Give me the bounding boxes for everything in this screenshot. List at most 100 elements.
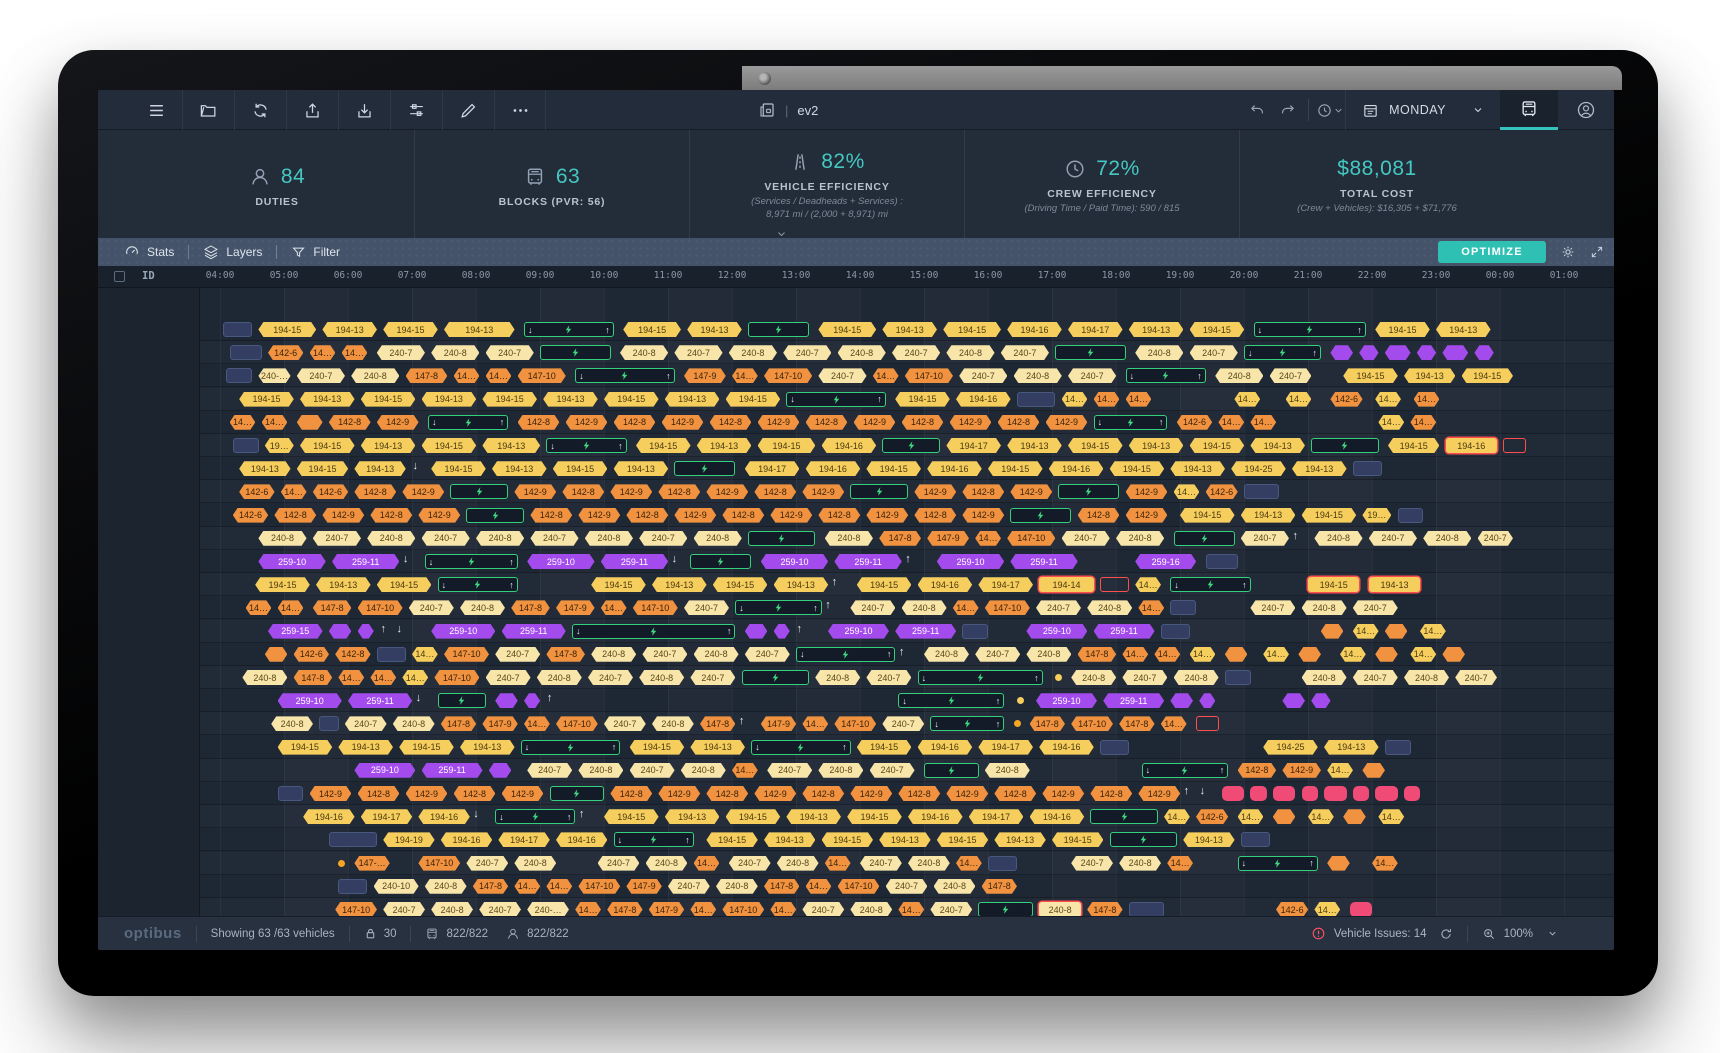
- trip-bar[interactable]: 194-13: [361, 438, 416, 453]
- trip-bar[interactable]: 142-8: [898, 786, 940, 801]
- select-all-checkbox[interactable]: [114, 271, 125, 282]
- trip-bar[interactable]: [1017, 392, 1056, 407]
- trip-bar[interactable]: 194-15: [822, 832, 873, 847]
- trip-bar[interactable]: 14…: [770, 902, 796, 916]
- trip-bar[interactable]: 240-8: [815, 670, 860, 685]
- trip-bar[interactable]: 14…: [1135, 577, 1161, 592]
- trip-bar[interactable]: 14…: [230, 415, 256, 430]
- trip-bar[interactable]: 14…: [898, 902, 924, 916]
- trip-bar[interactable]: [1298, 647, 1321, 662]
- trip-bar[interactable]: 142-9: [1042, 786, 1084, 801]
- charging-block[interactable]: ↓↑: [614, 832, 694, 847]
- charging-block[interactable]: [742, 670, 809, 685]
- trip-bar[interactable]: 240-8: [850, 902, 892, 916]
- trip-bar[interactable]: 240-8: [1302, 670, 1347, 685]
- trip-bar[interactable]: 142-6: [1196, 809, 1228, 824]
- charging-block[interactable]: [674, 461, 735, 476]
- trip-bar[interactable]: [1241, 832, 1270, 847]
- trip-bar[interactable]: 240-8: [946, 345, 994, 360]
- trip-bar[interactable]: [1273, 786, 1296, 801]
- trip-bar[interactable]: 14…: [806, 879, 832, 894]
- trip-bar[interactable]: 142-8: [706, 786, 748, 801]
- trip-bar[interactable]: [1327, 856, 1350, 871]
- trip-bar[interactable]: 240-7: [930, 902, 972, 916]
- layers-toggle[interactable]: Layers: [203, 244, 262, 260]
- trip-bar[interactable]: 142-8: [914, 508, 956, 523]
- trip-bar[interactable]: 142-9: [418, 508, 460, 523]
- charging-block[interactable]: ↓↑: [575, 368, 674, 383]
- trip-bar[interactable]: 240-7: [383, 902, 425, 916]
- trip-bar[interactable]: 142-8: [1090, 786, 1132, 801]
- charging-block[interactable]: ↓↑: [1244, 345, 1321, 360]
- trip-bar[interactable]: 240-7: [729, 856, 771, 871]
- refresh-icon[interactable]: [1439, 927, 1453, 941]
- trip-bar[interactable]: [1129, 902, 1164, 916]
- trip-bar[interactable]: 194-15: [1302, 508, 1357, 523]
- trip-bar[interactable]: 147-8: [982, 879, 1017, 894]
- trip-bar[interactable]: 240-7: [783, 345, 831, 360]
- trip-bar[interactable]: 240-7: [604, 716, 646, 731]
- trip-bar[interactable]: 194-13: [1436, 322, 1491, 337]
- trip-bar[interactable]: 147-10: [335, 902, 377, 916]
- trip-bar[interactable]: 240-8: [908, 856, 950, 871]
- trip-bar[interactable]: 147-9: [626, 879, 661, 894]
- trip-bar[interactable]: 240-8: [1423, 531, 1471, 546]
- trip-bar[interactable]: 142-8: [962, 484, 1004, 499]
- trip-bar[interactable]: 240-7: [1062, 531, 1110, 546]
- trip-bar[interactable]: 240-8: [1071, 670, 1116, 685]
- redo-button[interactable]: [1272, 90, 1302, 130]
- trip-bar[interactable]: 240-8: [1215, 368, 1263, 383]
- trip-bar[interactable]: [1170, 693, 1193, 708]
- trip-bar[interactable]: 147-8: [1119, 716, 1154, 731]
- trip-bar[interactable]: 14…: [732, 368, 758, 383]
- trip-bar[interactable]: 147-…: [354, 856, 389, 871]
- trip-bar[interactable]: 194-17: [745, 461, 800, 476]
- charging-block[interactable]: [550, 786, 605, 801]
- trip-bar[interactable]: 240-7: [1353, 600, 1398, 615]
- trip-bar[interactable]: [1398, 508, 1424, 523]
- trip-bar[interactable]: 194-13: [614, 461, 669, 476]
- trip-bar[interactable]: 194-15: [988, 461, 1043, 476]
- trip-bar[interactable]: 194-13: [482, 438, 540, 453]
- trip-bar[interactable]: 194-16: [441, 832, 492, 847]
- trip-bar[interactable]: 142-8: [722, 508, 764, 523]
- trip-bar[interactable]: [1353, 786, 1369, 801]
- trip-bar[interactable]: 259-10: [278, 693, 342, 708]
- trip-bar[interactable]: 14…: [953, 600, 979, 615]
- trip-bar[interactable]: [1385, 740, 1411, 755]
- trip-bar[interactable]: 142-8: [806, 415, 848, 430]
- charging-block[interactable]: ↓↑: [930, 716, 1004, 731]
- trip-bar[interactable]: 240-8: [1174, 670, 1219, 685]
- trip-bar[interactable]: 194-15: [300, 438, 355, 453]
- trip-bar[interactable]: 240-8: [1404, 670, 1449, 685]
- trip-bar[interactable]: 147-8: [406, 368, 448, 383]
- trip-bar[interactable]: 194-13: [1250, 438, 1305, 453]
- trip-bar[interactable]: 194-15: [1462, 368, 1513, 383]
- trip-bar[interactable]: 194-13: [1241, 508, 1296, 523]
- trip-bar[interactable]: 142-8: [1078, 508, 1120, 523]
- trip-bar[interactable]: [962, 624, 988, 639]
- trip-bar[interactable]: 14…: [1238, 809, 1264, 824]
- trip-bar[interactable]: 194-13: [697, 438, 752, 453]
- trip-bar[interactable]: 194-16: [1446, 438, 1497, 453]
- trip-bar[interactable]: 240-7: [802, 902, 844, 916]
- trip-bar[interactable]: 194-16: [806, 461, 861, 476]
- trip-bar[interactable]: 194-15: [758, 438, 816, 453]
- trip-bar[interactable]: 147-10: [418, 856, 460, 871]
- trip-bar[interactable]: 240-8: [639, 670, 684, 685]
- trip-bar[interactable]: 14…: [1414, 392, 1440, 407]
- trip-bar[interactable]: 240-7: [422, 531, 470, 546]
- charging-block[interactable]: [924, 763, 979, 778]
- trip-bar[interactable]: [1324, 786, 1347, 801]
- trip-bar[interactable]: [745, 624, 768, 639]
- trip-bar[interactable]: [1353, 461, 1382, 476]
- trip-bar[interactable]: 259-10: [761, 554, 828, 569]
- trip-bar[interactable]: 142-8: [994, 786, 1036, 801]
- trip-bar[interactable]: 240-7: [892, 345, 940, 360]
- trip-bar[interactable]: [1161, 624, 1190, 639]
- trip-bar[interactable]: 147-10: [358, 600, 403, 615]
- trip-bar[interactable]: 194-15: [857, 577, 912, 592]
- trip-bar[interactable]: 240-7: [975, 647, 1020, 662]
- trip-bar[interactable]: 142-8: [614, 415, 656, 430]
- trip-bar[interactable]: 240-8: [242, 670, 287, 685]
